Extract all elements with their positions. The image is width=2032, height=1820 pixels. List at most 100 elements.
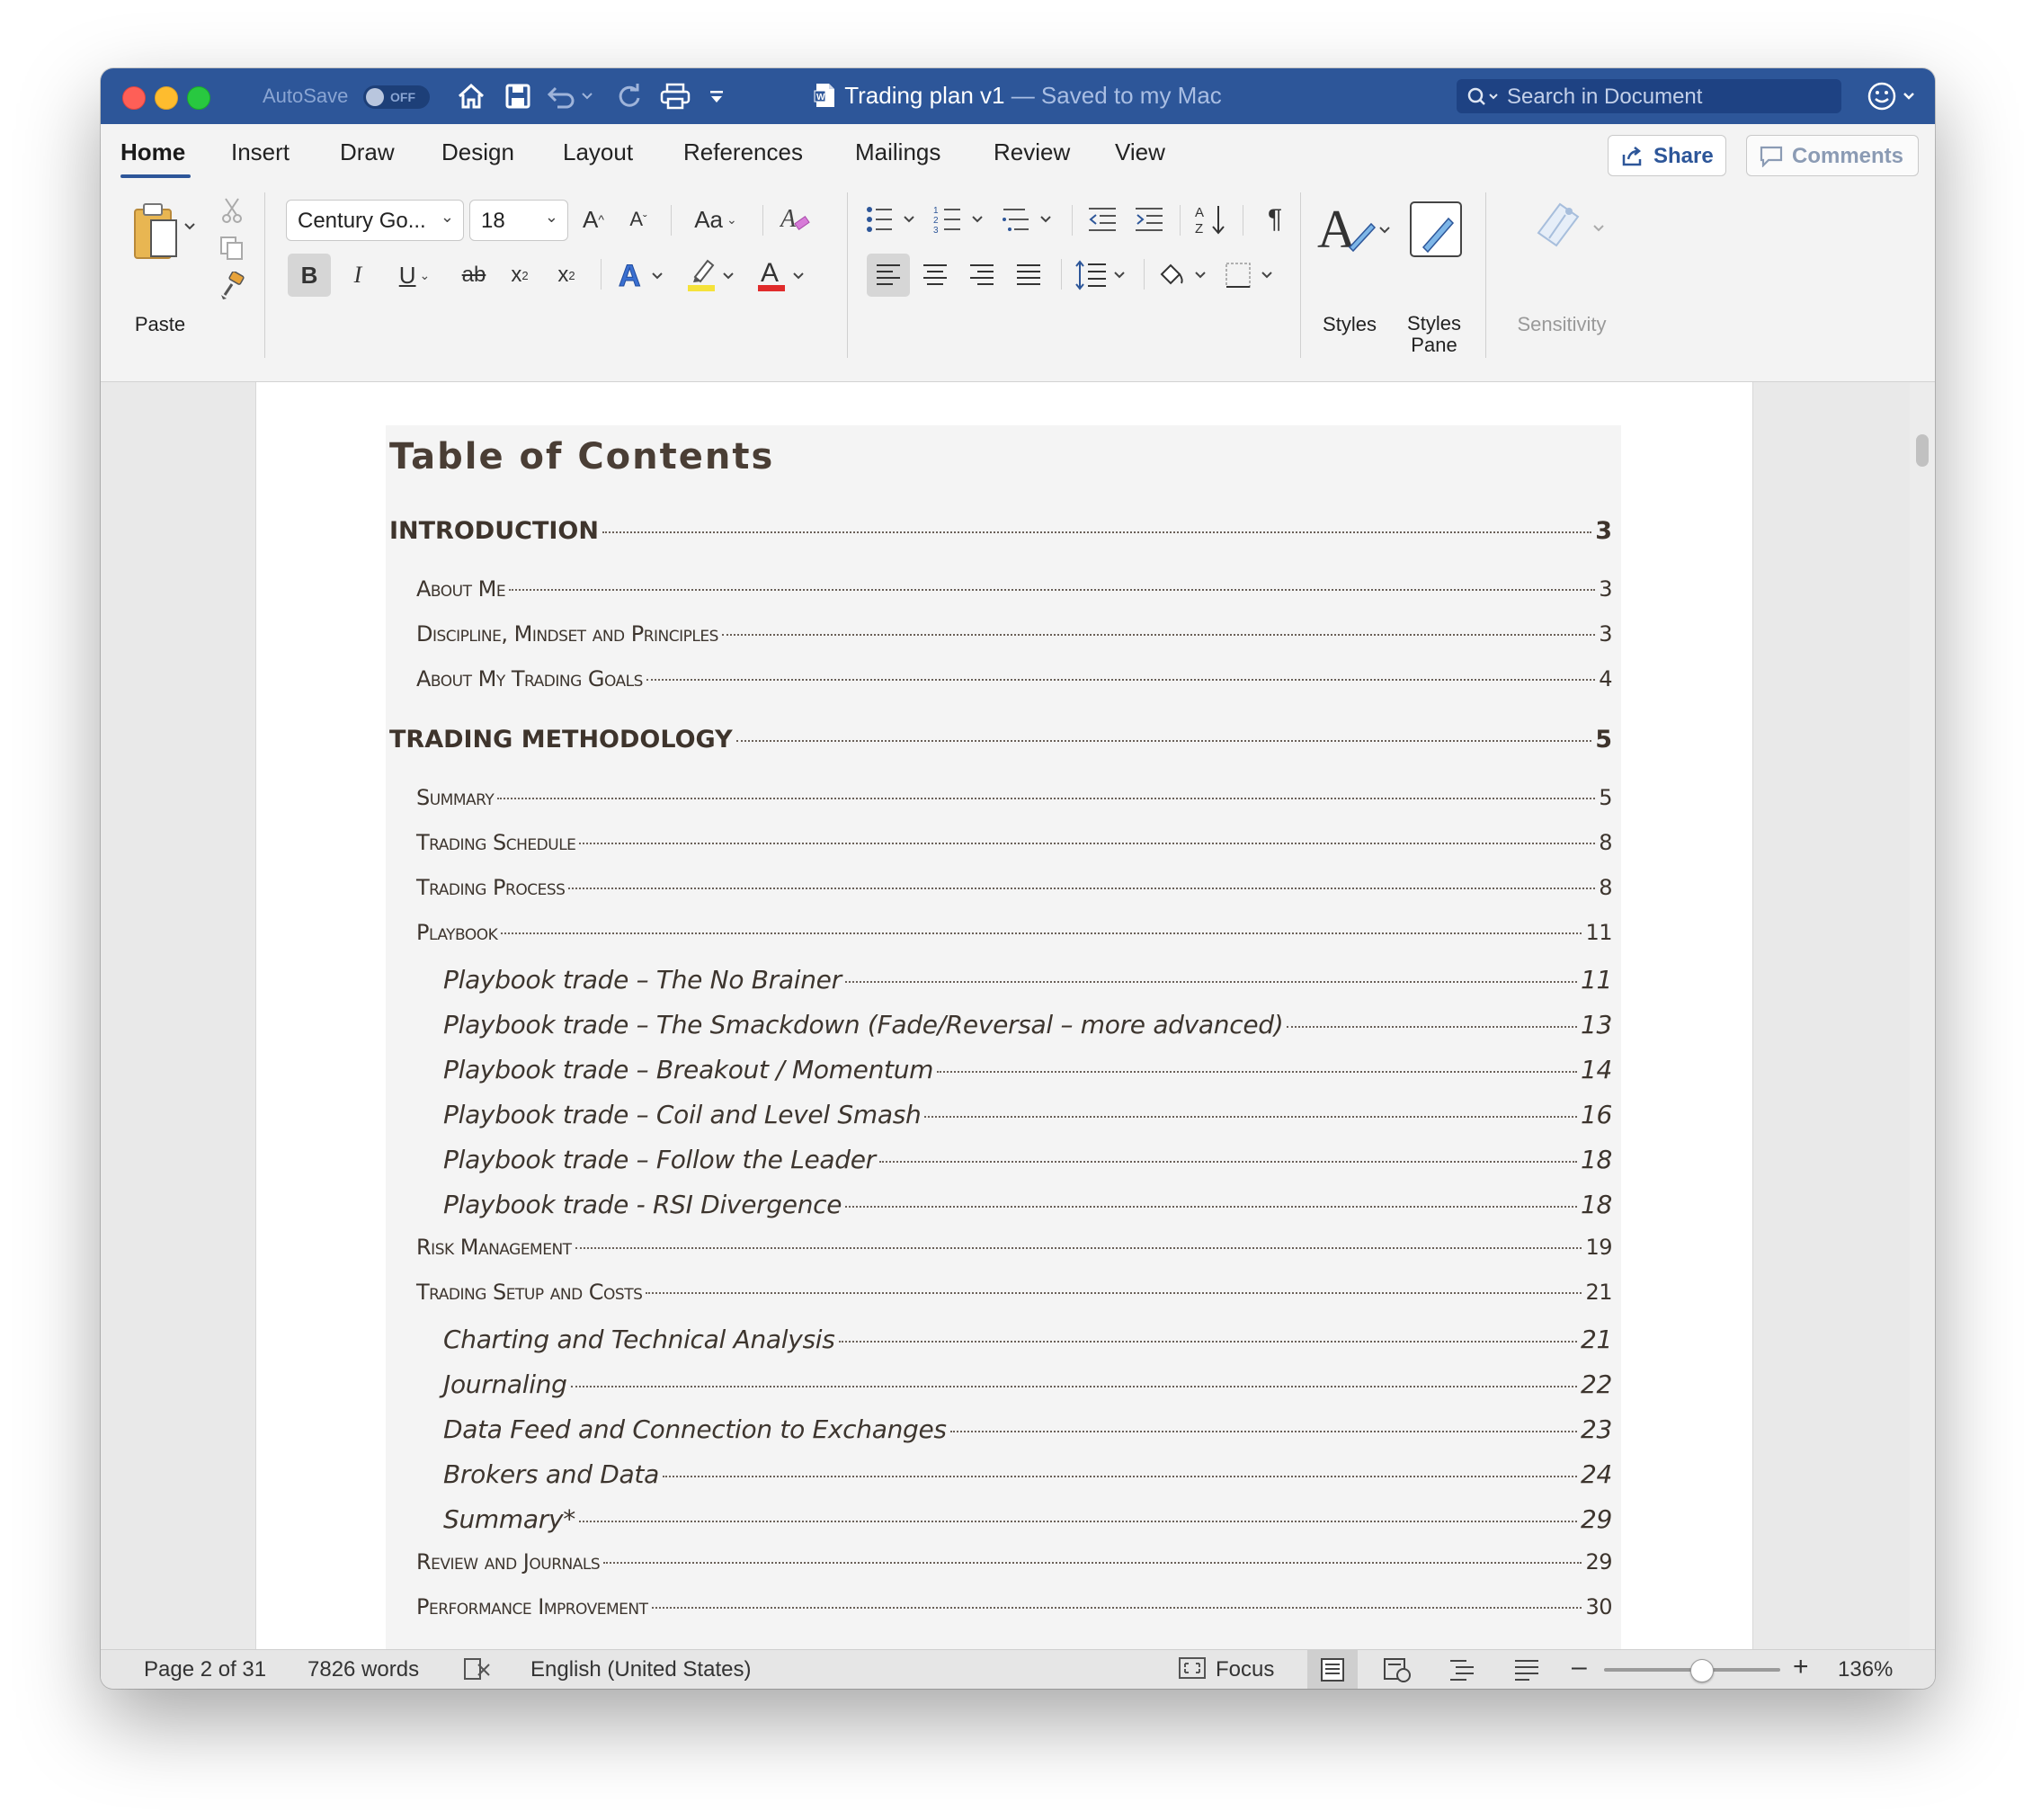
feedback-smiley-icon[interactable] (1865, 79, 1922, 113)
autosave-toggle[interactable]: OFF (363, 85, 430, 109)
toc-entry[interactable]: Risk Management 19 (416, 1235, 1612, 1271)
minimize-window-button[interactable] (155, 86, 178, 110)
tab-references[interactable]: References (683, 138, 803, 166)
focus-icon[interactable] (1178, 1656, 1207, 1686)
zoom-level[interactable]: 136% (1838, 1657, 1893, 1682)
font-size-select[interactable]: 18 ⌄ (469, 200, 568, 241)
zoom-slider-knob[interactable] (1689, 1659, 1714, 1682)
proofing-icon[interactable] (462, 1655, 493, 1689)
bullets-icon[interactable] (861, 200, 924, 239)
comments-button[interactable]: Comments (1746, 135, 1919, 176)
align-left-button[interactable] (867, 254, 910, 297)
copy-icon[interactable] (214, 230, 250, 266)
toc-entry[interactable]: Journaling 22 (443, 1369, 1612, 1405)
shading-icon[interactable] (1153, 254, 1216, 297)
styles-gallery-icon[interactable]: A (1313, 192, 1399, 264)
toc-entry[interactable]: INTRODUCTION 3 (389, 517, 1612, 553)
tab-home[interactable]: Home (120, 138, 185, 166)
language-indicator[interactable]: English (United States) (530, 1657, 751, 1682)
tab-insert[interactable]: Insert (231, 138, 290, 166)
table-of-contents[interactable]: Table of Contents INTRODUCTION 3 About Me 3… (386, 425, 1621, 1688)
toc-entry[interactable]: Data Feed and Connection to Exchanges 23 (443, 1414, 1612, 1450)
tab-review[interactable]: Review (994, 138, 1070, 166)
superscript-button[interactable]: x2 (547, 254, 586, 297)
text-effects-button[interactable]: A (611, 254, 673, 297)
toc-entry[interactable]: Trading Setup and Costs 21 (416, 1280, 1612, 1316)
zoom-slider-track[interactable] (1604, 1659, 1780, 1682)
toc-entry[interactable]: About My Trading Goals 4 (416, 666, 1612, 702)
strikethrough-button[interactable]: ab (451, 254, 496, 297)
font-name-select[interactable]: Century Go... ⌄ (286, 200, 464, 241)
document-page[interactable]: Table of Contents INTRODUCTION 3 About Me 3… (255, 382, 1753, 1688)
toc-entry[interactable]: Review and Journals 29 (416, 1549, 1612, 1585)
toc-entry[interactable]: Trading Process 8 (416, 875, 1612, 911)
toc-entry[interactable]: Performance Improvement 30 (416, 1594, 1612, 1630)
underline-button[interactable]: U ⌄ (383, 254, 446, 297)
line-spacing-icon[interactable] (1072, 254, 1135, 297)
focus-label[interactable]: Focus (1216, 1657, 1274, 1682)
toc-entry[interactable]: Playbook trade – Follow the Leader 18 (443, 1145, 1612, 1181)
zoom-window-button[interactable] (187, 86, 210, 110)
borders-icon[interactable] (1219, 254, 1282, 297)
tab-layout[interactable]: Layout (563, 138, 633, 166)
word-count[interactable]: 7826 words (307, 1657, 419, 1682)
shrink-font-button[interactable]: Aˇ (619, 200, 658, 239)
undo-icon[interactable] (545, 79, 599, 113)
show-formatting-marks-icon[interactable]: ¶ (1253, 200, 1297, 239)
toc-entry[interactable]: Playbook trade – Coil and Level Smash 16 (443, 1100, 1612, 1136)
font-color-button[interactable]: A (752, 254, 815, 297)
multilevel-list-icon[interactable] (998, 200, 1061, 239)
toc-entry[interactable]: About Me 3 (416, 576, 1612, 612)
toc-entry[interactable]: Playbook 11 (416, 920, 1612, 956)
tab-draw[interactable]: Draw (340, 138, 395, 166)
share-button[interactable]: Share (1608, 135, 1726, 176)
subscript-button[interactable]: x2 (500, 254, 539, 297)
styles-pane-icon[interactable] (1401, 192, 1469, 264)
zoom-in-button[interactable]: + (1793, 1652, 1809, 1682)
toc-entry[interactable]: Summary* 29 (443, 1504, 1612, 1540)
numbering-icon[interactable]: 123 (930, 200, 993, 239)
highlight-color-button[interactable] (682, 254, 744, 297)
save-icon[interactable] (500, 79, 536, 113)
toc-entry[interactable]: Charting and Technical Analysis 21 (443, 1325, 1612, 1361)
sort-icon[interactable]: AZ (1189, 200, 1234, 239)
align-center-button[interactable] (914, 254, 957, 297)
outline-view-button[interactable] (1437, 1650, 1487, 1689)
toc-entry[interactable]: Trading Schedule 8 (416, 830, 1612, 866)
redo-icon[interactable] (611, 79, 647, 113)
toc-entry[interactable]: Brokers and Data 24 (443, 1459, 1612, 1495)
web-layout-view-button[interactable] (1372, 1650, 1422, 1689)
print-icon[interactable] (656, 79, 694, 113)
toc-entry[interactable]: Playbook trade – Breakout / Momentum 14 (443, 1055, 1612, 1091)
page-count[interactable]: Page 2 of 31 (144, 1657, 266, 1682)
draft-view-button[interactable] (1502, 1650, 1552, 1689)
toc-entry[interactable]: Playbook trade – The Smackdown (Fade/Rev… (443, 1010, 1612, 1046)
justify-button[interactable] (1007, 254, 1050, 297)
zoom-out-button[interactable]: – (1572, 1652, 1587, 1682)
toc-entry[interactable]: Summary 5 (416, 785, 1612, 821)
format-painter-icon[interactable] (214, 268, 250, 304)
sensitivity-icon[interactable] (1525, 192, 1615, 264)
tab-view[interactable]: View (1115, 138, 1165, 166)
grow-font-button[interactable]: A ^ (574, 200, 613, 239)
paste-button[interactable] (122, 196, 205, 268)
close-window-button[interactable] (122, 86, 146, 110)
toc-entry[interactable]: Playbook trade - RSI Divergence 18 (443, 1190, 1612, 1226)
increase-indent-icon[interactable] (1127, 200, 1171, 239)
clear-formatting-icon[interactable]: A (773, 200, 818, 239)
toc-entry[interactable]: Discipline, Mindset and Principles 3 (416, 621, 1612, 657)
bold-button[interactable]: B (288, 254, 331, 297)
cut-icon[interactable] (214, 192, 250, 228)
home-icon[interactable] (453, 79, 489, 113)
tab-mailings[interactable]: Mailings (855, 138, 940, 166)
toc-entry[interactable]: Playbook trade – The No Brainer 11 (443, 965, 1612, 1001)
search-in-document[interactable]: Search in Document (1457, 79, 1841, 113)
decrease-indent-icon[interactable] (1081, 200, 1124, 239)
change-case-button[interactable]: Aa ⌄ (682, 200, 750, 239)
italic-button[interactable]: I (336, 254, 379, 297)
vertical-scrollbar[interactable] (1910, 382, 1935, 1688)
customize-toolbar-icon[interactable] (703, 79, 730, 113)
tab-design[interactable]: Design (441, 138, 514, 166)
print-layout-view-button[interactable] (1307, 1650, 1358, 1689)
scrollbar-thumb[interactable] (1916, 434, 1929, 467)
